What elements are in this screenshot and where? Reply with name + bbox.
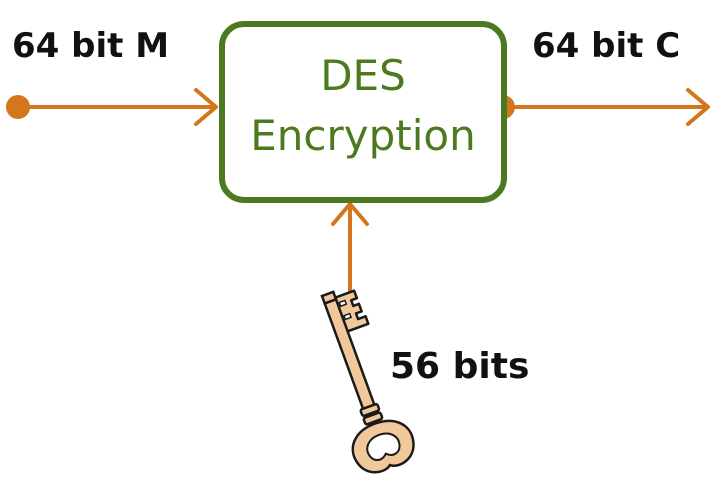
output-label: 64 bit C — [532, 26, 680, 66]
key-arrow — [331, 202, 369, 300]
input-arrow — [6, 88, 218, 126]
des-encryption-box: DES Encryption — [219, 21, 507, 203]
input-label: 64 bit M — [12, 26, 169, 66]
box-title-des: DES — [320, 51, 406, 100]
input-dot — [6, 95, 30, 119]
key-label: 56 bits — [390, 346, 529, 387]
box-title-encryption: Encryption — [250, 111, 475, 160]
des-diagram: 64 bit M 64 bit C DES Encryption 56 bits — [6, 21, 710, 474]
output-arrow — [491, 88, 710, 126]
